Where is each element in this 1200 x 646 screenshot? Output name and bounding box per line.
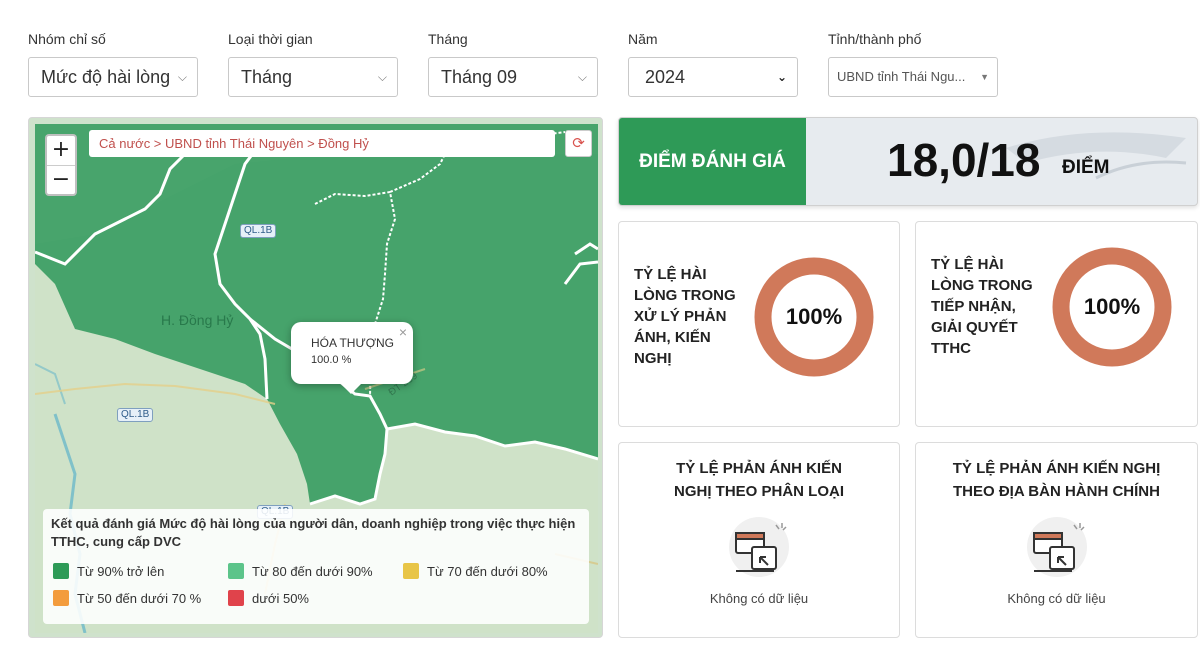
donut-percent: 100%: [785, 304, 843, 329]
filter-month-select[interactable]: Tháng 09 ⌵: [428, 57, 598, 97]
filter-month-label: Tháng: [428, 31, 468, 47]
legend-label: Từ 70 đến dưới 80%: [427, 564, 548, 579]
filter-time-type-value: Tháng: [241, 67, 293, 87]
filter-month: Tháng: [428, 30, 468, 48]
legend-label: Từ 80 đến dưới 90%: [252, 564, 373, 579]
filter-month-value: Tháng 09: [441, 67, 518, 87]
map-panel: H. Đồng Hỷ QL.1B QL.1B QL.1B ĐT 269 + − …: [28, 117, 603, 638]
legend-swatch: [228, 590, 244, 606]
filter-time-type: Loại thời gian: [228, 30, 313, 48]
popup-name: HÓA THƯỢNG: [311, 336, 394, 350]
score-unit: ĐIỂM: [1062, 157, 1110, 178]
legend-label: dưới 50%: [252, 591, 309, 606]
legend-title: Kết quả đánh giá Mức độ hài lòng của ngư…: [51, 516, 576, 549]
legend-item: Từ 70 đến dưới 80%: [403, 563, 548, 580]
no-data-icon: [1026, 517, 1087, 577]
filter-group-label: Nhóm chỉ số: [28, 31, 106, 47]
card-by-area: TỶ LỆ PHẢN ÁNH KIẾN NGHỊ THEO ĐỊA BÀN HÀ…: [915, 442, 1198, 638]
filter-group: Nhóm chỉ số: [28, 30, 106, 48]
legend-swatch: [53, 563, 69, 579]
filter-province-select[interactable]: UBND tỉnh Thái Ngu... ▼: [828, 57, 998, 97]
score-label: ĐIỂM ĐÁNH GIÁ: [619, 118, 806, 205]
road-shield: QL.1B: [240, 224, 277, 238]
caret-down-icon: ▼: [980, 72, 989, 82]
card-title: TỶ LỆ PHẢN ÁNH KIẾN NGHỊ THEO ĐỊA BÀN HÀ…: [952, 460, 1161, 500]
filter-group-select[interactable]: Mức độ hài lòng ⌵: [28, 57, 198, 97]
legend-item: Từ 80 đến dưới 90%: [228, 563, 373, 580]
chevron-down-icon: ⌵: [577, 70, 587, 84]
legend-swatch: [53, 590, 69, 606]
legend-swatch: [403, 563, 419, 579]
filter-province-label: Tỉnh/thành phố: [828, 31, 922, 47]
score-value: 18,0/18: [887, 134, 1041, 186]
card-title: TỶ LỆ HÀI LÒNG TRONG XỬ LÝ PHẢN ÁNH, KIẾ…: [634, 266, 736, 367]
map-canvas[interactable]: H. Đồng Hỷ QL.1B QL.1B QL.1B ĐT 269 + − …: [35, 124, 598, 633]
card-by-category: TỶ LỆ PHẢN ÁNH KIẾN NGHỊ THEO PHÂN LOẠI …: [618, 442, 900, 638]
map-popup: HÓA THƯỢNG 100.0 % ×: [291, 322, 413, 394]
filter-group-value: Mức độ hài lòng: [41, 67, 171, 87]
chevron-down-icon: ⌵: [377, 70, 387, 84]
zoom-out-button[interactable]: −: [47, 165, 75, 194]
chevron-down-icon: ⌵: [177, 70, 187, 84]
card-handling-satisfaction: TỶ LỆ HÀI LÒNG TRONG XỬ LÝ PHẢN ÁNH, KIẾ…: [618, 221, 900, 427]
card-title: TỶ LỆ HÀI LÒNG TRONG TIẾP NHẬN, GIẢI QUY…: [931, 256, 1033, 357]
close-icon[interactable]: ×: [399, 324, 407, 340]
card-receiving-satisfaction: TỶ LỆ HÀI LÒNG TRONG TIẾP NHẬN, GIẢI QUY…: [915, 221, 1198, 427]
chevron-down-icon: ⌄: [776, 70, 787, 84]
refresh-icon: ⟳: [572, 135, 585, 152]
donut-percent: 100%: [1083, 294, 1141, 319]
legend-item: Từ 90% trở lên: [53, 563, 164, 580]
no-data-icon: [729, 517, 789, 577]
filter-time-type-label: Loại thời gian: [228, 31, 313, 47]
road-shield: QL.1B: [117, 408, 154, 422]
legend-label: Từ 50 đến dưới 70 %: [77, 591, 202, 606]
no-data-text: Không có dữ liệu: [709, 591, 809, 606]
filter-year-value: 2024: [645, 67, 686, 87]
legend-item: Từ 50 đến dưới 70 %: [53, 590, 201, 607]
score-banner: ĐIỂM ĐÁNH GIÁ 18,0/18 ĐIỂM: [618, 117, 1198, 206]
filter-province-value: UBND tỉnh Thái Ngu...: [837, 69, 966, 84]
filter-province: Tỉnh/thành phố: [828, 30, 921, 48]
popup-value: 100.0 %: [311, 354, 352, 366]
map-legend: Kết quả đánh giá Mức độ hài lòng của ngư…: [43, 509, 589, 624]
zoom-control: + −: [45, 134, 77, 196]
filter-year-select[interactable]: 2024 ⌄: [628, 57, 798, 97]
no-data-text: Không có dữ liệu: [1007, 591, 1106, 606]
card-title: TỶ LỆ PHẢN ÁNH KIẾN NGHỊ THEO PHÂN LOẠI: [673, 460, 844, 500]
filter-time-type-select[interactable]: Tháng ⌵: [228, 57, 398, 97]
filter-year: Năm: [628, 30, 658, 48]
breadcrumb[interactable]: Cả nước > UBND tỉnh Thái Nguyên > Đồng H…: [89, 130, 555, 157]
district-label: H. Đồng Hỷ: [161, 312, 234, 328]
zoom-in-button[interactable]: +: [47, 136, 75, 165]
legend-label: Từ 90% trở lên: [77, 564, 165, 579]
legend-swatch: [228, 563, 244, 579]
filter-year-label: Năm: [628, 31, 658, 47]
legend-item: dưới 50%: [228, 590, 309, 607]
refresh-button[interactable]: ⟳: [565, 130, 592, 157]
